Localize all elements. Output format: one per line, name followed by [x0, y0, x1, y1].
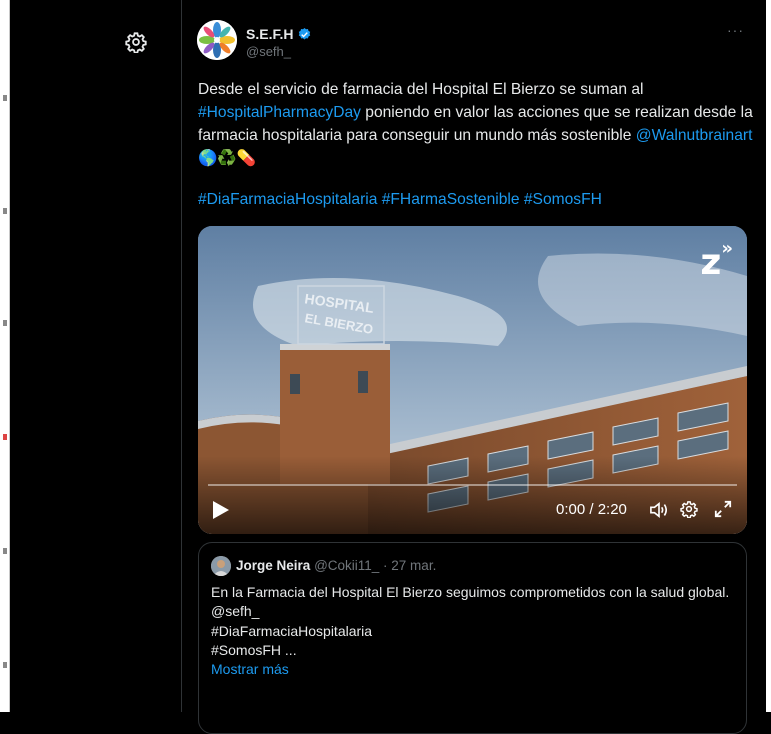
author-row[interactable]: S.E.F.H	[246, 26, 312, 42]
quote-author-name[interactable]: Jorge Neira	[236, 558, 310, 573]
quote-header: Jorge Neira @Cokii11_ · 27 mar.	[236, 558, 436, 573]
quote-meta: @Cokii11_ · 27 mar.	[314, 558, 437, 573]
volume-icon[interactable]	[649, 501, 669, 519]
right-window-edge	[766, 0, 771, 712]
hashtag-links[interactable]: #DiaFarmaciaHospitalaria #FHarmaSostenib…	[198, 191, 602, 209]
tweet-text-part: Desde el servicio de farmacia del Hospit…	[198, 81, 644, 98]
video-settings-icon[interactable]	[680, 500, 698, 518]
video-logo-chevron: »	[721, 238, 733, 259]
avatar[interactable]	[197, 20, 237, 60]
edge-marker	[3, 208, 7, 214]
more-icon[interactable]: ···	[727, 22, 744, 38]
left-window-edge	[0, 0, 10, 712]
display-name[interactable]: S.E.F.H	[246, 26, 293, 42]
avatar-image	[211, 556, 231, 576]
quote-line: @sefh_	[211, 603, 260, 620]
video-player[interactable]: HOSPITAL EL BIERZO z» 0:00 / 2:20	[198, 226, 747, 534]
settings-icon[interactable]	[125, 31, 147, 53]
mention-link[interactable]: @Walnutbrainart	[636, 127, 753, 144]
quote-line: #SomosFH ...	[211, 641, 297, 658]
video-logo-text: z	[700, 242, 722, 283]
video-logo: z»	[700, 238, 733, 283]
hashtag-link[interactable]: #HospitalPharmacyDay	[198, 104, 361, 121]
edge-marker	[3, 95, 7, 101]
quote-line: #DiaFarmaciaHospitalaria	[211, 622, 373, 639]
edge-marker	[3, 662, 7, 668]
sefh-logo-icon	[197, 20, 237, 60]
emoji-group: 🌎♻️💊	[198, 150, 257, 167]
verified-badge-icon	[299, 27, 311, 39]
quoted-tweet[interactable]: Jorge Neira @Cokii11_ · 27 mar. En la Fa…	[198, 542, 747, 734]
play-icon[interactable]	[212, 500, 230, 520]
edge-marker	[3, 320, 7, 326]
edge-marker	[3, 434, 7, 440]
handle[interactable]: @sefh_	[246, 44, 291, 59]
tweet-text: Desde el servicio de farmacia del Hospit…	[198, 78, 758, 170]
fullscreen-icon[interactable]	[714, 500, 732, 518]
quote-line: En la Farmacia del Hospital El Bierzo se…	[211, 584, 730, 600]
video-time: 0:00 / 2:20	[556, 501, 627, 518]
edge-marker	[3, 548, 7, 554]
timeline-border	[181, 0, 182, 712]
quote-text: En la Farmacia del Hospital El Bierzo se…	[211, 583, 731, 679]
video-controls: 0:00 / 2:20	[198, 486, 747, 534]
show-more-link[interactable]: Mostrar más	[211, 660, 731, 679]
avatar[interactable]	[211, 556, 231, 576]
